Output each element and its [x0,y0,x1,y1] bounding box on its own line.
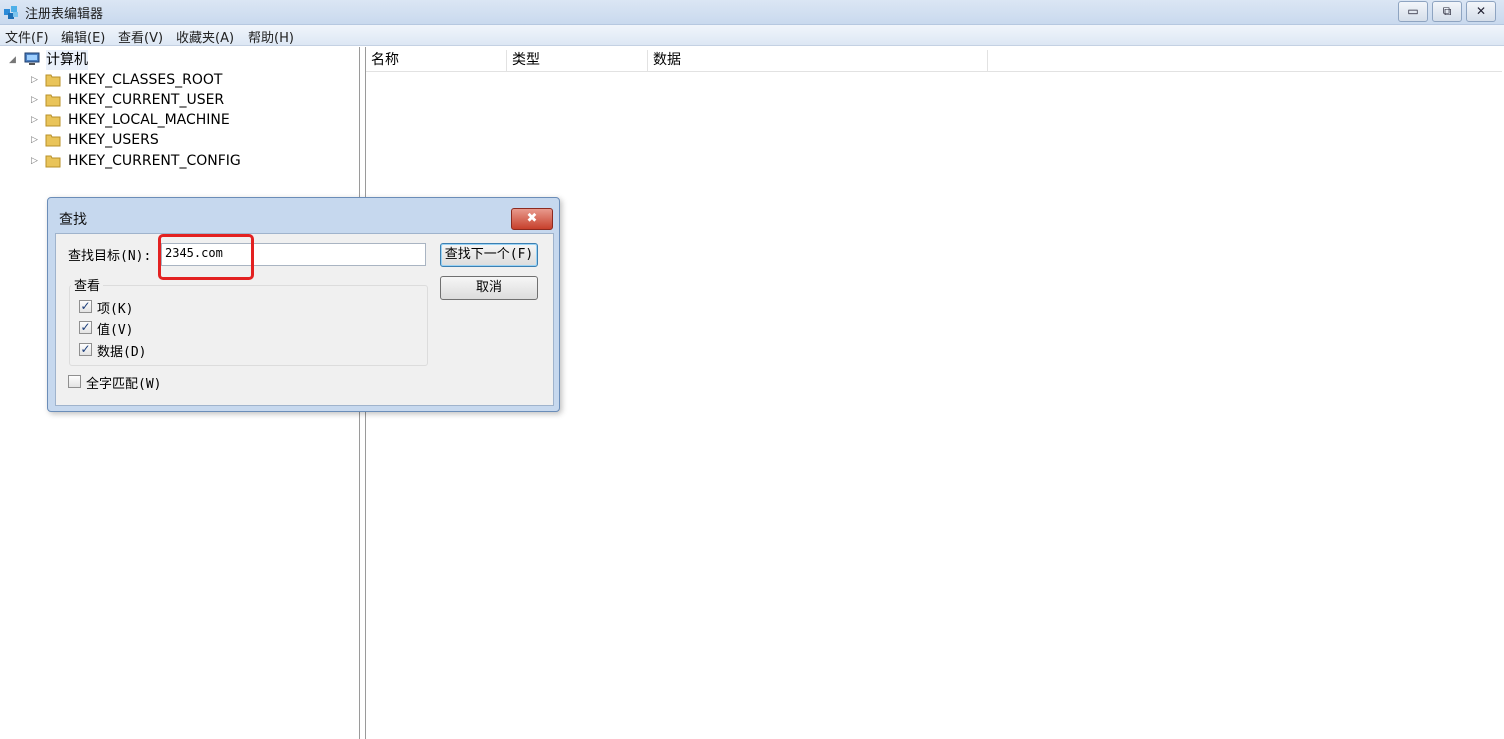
folder-icon [45,94,61,107]
tree-node-label: HKEY_USERS [68,132,159,148]
computer-icon [24,52,40,65]
data-checkbox[interactable]: ✓ [79,343,92,356]
highlight-annotation-box [158,234,254,280]
find-dialog: 查找 ✖ 查找目标(N): 2345.com 查找下一个(F) 取消 查看 ✓ … [47,197,560,412]
folder-icon [45,134,61,147]
dialog-close-button[interactable]: ✖ [511,208,553,230]
tree-node-hkey-users[interactable]: ▷ HKEY_USERS [0,130,300,150]
restore-button[interactable]: ⧉ [1432,1,1462,22]
tree-node-label: HKEY_CURRENT_USER [68,92,225,108]
window-title: 注册表编辑器 [25,7,104,22]
tree-node-hkey-local-machine[interactable]: ▷ HKEY_LOCAL_MACHINE [0,110,300,130]
match-whole-string-label: 全字匹配(W) [86,377,162,392]
expand-arrow-icon[interactable]: ▷ [31,151,38,171]
minimize-button[interactable]: ▭ [1398,1,1428,22]
list-header: 名称 类型 数据 [366,50,1502,72]
menu-favorites[interactable]: 收藏夹(A) [176,27,234,46]
collapse-expander-icon[interactable]: ◢ [9,50,16,70]
column-type[interactable]: 类型 [507,50,648,71]
tree-node-label: HKEY_LOCAL_MACHINE [68,112,230,128]
menu-view[interactable]: 查看(V) [118,27,163,46]
values-checkbox[interactable]: ✓ [79,321,92,334]
menu-bar: 文件(F) 编辑(E) 查看(V) 收藏夹(A) 帮助(H) [0,25,1504,46]
keys-checkbox[interactable]: ✓ [79,300,92,313]
tree-node-hkey-current-config[interactable]: ▷ HKEY_CURRENT_CONFIG [0,151,300,171]
column-data[interactable]: 数据 [648,50,988,71]
tree-node-label: 计算机 [46,50,88,70]
folder-icon [45,114,61,127]
expand-arrow-icon[interactable]: ▷ [31,90,38,110]
registry-editor-icon [4,6,18,19]
title-bar: 注册表编辑器 ▭ ⧉ ✕ [0,0,1504,25]
column-name[interactable]: 名称 [366,50,507,71]
cancel-button[interactable]: 取消 [440,276,538,300]
tree-node-hkey-current-user[interactable]: ▷ HKEY_CURRENT_USER [0,90,300,110]
tree-node-label: HKEY_CLASSES_ROOT [68,72,223,88]
expand-arrow-icon[interactable]: ▷ [31,110,38,130]
expand-arrow-icon[interactable]: ▷ [31,70,38,90]
menu-file[interactable]: 文件(F) [5,27,49,46]
expand-arrow-icon[interactable]: ▷ [31,130,38,150]
find-what-label: 查找目标(N): [68,249,152,264]
find-next-button[interactable]: 查找下一个(F) [440,243,538,267]
tree-node-hkey-classes-root[interactable]: ▷ HKEY_CLASSES_ROOT [0,70,300,90]
dialog-title: 查找 [59,212,87,228]
close-button[interactable]: ✕ [1466,1,1496,22]
folder-icon [45,74,61,87]
match-whole-string-checkbox[interactable] [68,375,81,388]
values-label: 值(V) [97,323,134,338]
keys-label: 项(K) [97,302,134,317]
folder-icon [45,155,61,168]
look-at-label: 查看 [71,275,104,294]
data-label: 数据(D) [97,345,147,360]
menu-help[interactable]: 帮助(H) [248,27,294,46]
dialog-body: 查找目标(N): 2345.com 查找下一个(F) 取消 查看 ✓ 项(K) … [55,233,554,406]
menu-edit[interactable]: 编辑(E) [61,27,105,46]
tree-node-computer[interactable]: ◢ 计算机 [0,50,120,70]
tree-node-label: HKEY_CURRENT_CONFIG [68,153,241,169]
